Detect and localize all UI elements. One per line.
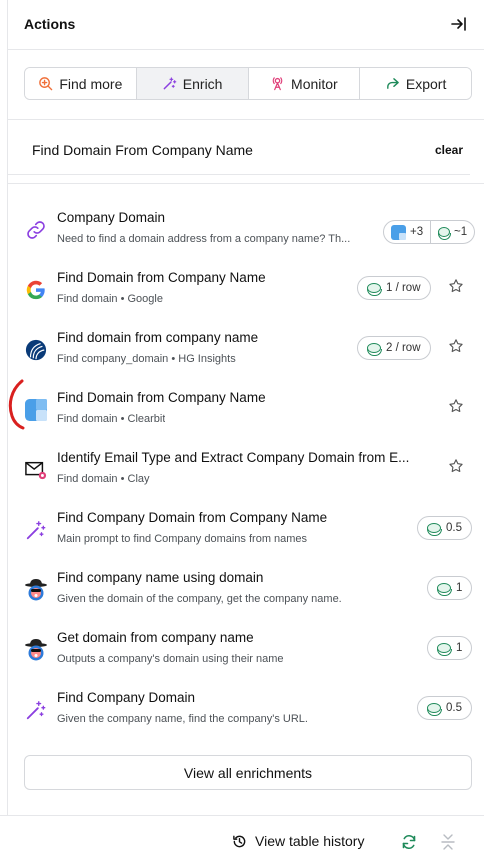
refresh-icon[interactable]: [401, 834, 417, 850]
hg-insights-icon: [24, 338, 48, 362]
divider: [8, 183, 484, 184]
provider-count: +3: [383, 220, 432, 244]
email-icon: [24, 458, 48, 482]
credit-cost: ~1: [431, 220, 476, 244]
tab-export[interactable]: Export: [360, 68, 471, 99]
enrichment-item[interactable]: Find company name using domain Given the…: [8, 564, 484, 624]
enrichment-name: Find domain from company name: [57, 330, 259, 345]
action-tabs: Find more Enrich Monitor Export: [24, 67, 472, 100]
enrichment-name: Find company name using domain: [57, 570, 264, 585]
enrichment-description: Given the domain of the company, get the…: [57, 593, 342, 605]
enrichment-description: Find domain • Clay: [57, 473, 150, 485]
credit-cost-badge: 1: [427, 636, 473, 660]
credit-cost-badge: 0.5: [417, 696, 472, 720]
credit-coin-icon: [437, 227, 451, 240]
enrichment-description: Need to find a domain address from a com…: [57, 233, 351, 245]
enrichment-item[interactable]: Find Company Domain from Company Name Ma…: [8, 504, 484, 564]
enrichment-item[interactable]: Find Domain from Company Name Find domai…: [8, 384, 484, 444]
enrichment-name: Get domain from company name: [57, 630, 254, 645]
tab-enrich[interactable]: Enrich: [136, 68, 249, 99]
collapse-panel-icon[interactable]: [450, 15, 468, 33]
enrichment-item[interactable]: Company Domain Need to find a domain add…: [8, 204, 484, 264]
tab-label: Enrich: [182, 75, 223, 92]
history-label: View table history: [255, 833, 365, 849]
panel-title: Actions: [24, 16, 76, 32]
search-query[interactable]: Find Domain From Company Name: [32, 142, 432, 158]
credit-coin-icon: [366, 283, 382, 296]
provider-cost-badge[interactable]: +3 ~1: [383, 220, 476, 244]
enrichment-item[interactable]: Find Company Domain Given the company na…: [8, 684, 484, 744]
footer-divider: [0, 815, 484, 816]
enrichment-description: Given the company name, find the company…: [57, 713, 308, 725]
credit-coin-icon: [436, 583, 452, 596]
enrichment-description: Find domain • Google: [57, 293, 163, 305]
enrichment-name: Find Domain from Company Name: [57, 390, 266, 405]
magic-wand-icon: [24, 518, 48, 542]
enrichment-item[interactable]: Get domain from company name Outputs a c…: [8, 624, 484, 684]
favorite-star-icon[interactable]: [448, 278, 464, 294]
panel-header: Actions: [8, 0, 484, 50]
favorite-star-icon[interactable]: [448, 398, 464, 414]
tab-label: Monitor: [291, 75, 338, 92]
credit-coin-icon: [426, 703, 442, 716]
credit-coin-icon: [436, 643, 452, 656]
credit-cost-badge: 0.5: [417, 516, 472, 540]
enrichment-name: Find Company Domain from Company Name: [57, 510, 328, 525]
share-arrow-icon: [387, 78, 399, 89]
tab-monitor[interactable]: Monitor: [248, 68, 361, 99]
credit-coin-icon: [426, 523, 442, 536]
divider: [8, 119, 484, 120]
favorite-star-icon[interactable]: [448, 458, 464, 474]
tab-label: Export: [405, 75, 447, 92]
enrichment-item[interactable]: Identify Email Type and Extract Company …: [8, 444, 484, 504]
link-icon: [24, 218, 48, 242]
enrichment-name: Find Company Domain: [57, 690, 196, 705]
signal-tower-icon: [272, 77, 283, 91]
credit-cost-badge: 1 / row: [357, 276, 431, 300]
clearbit-icon: [391, 224, 406, 240]
spy-avatar-icon: [24, 638, 48, 662]
collapse-rows-icon[interactable]: [441, 833, 455, 851]
enrichment-name: Find Domain from Company Name: [57, 270, 266, 285]
enrichment-item[interactable]: Find domain from company name Find compa…: [8, 324, 484, 384]
enrichment-item[interactable]: Find Domain from Company Name Find domai…: [8, 264, 484, 324]
credit-cost-badge: 1: [427, 576, 473, 600]
tab-find-more[interactable]: Find more: [25, 68, 137, 99]
view-all-enrichments-button[interactable]: View all enrichments: [24, 755, 472, 790]
enrichment-name: Identify Email Type and Extract Company …: [57, 450, 410, 465]
clear-search-button[interactable]: clear: [435, 143, 463, 157]
credit-coin-icon: [366, 343, 382, 356]
credit-cost-badge: 2 / row: [357, 336, 431, 360]
enrichment-description: Find company_domain • HG Insights: [57, 353, 236, 365]
enrichment-description: Find domain • Clearbit: [57, 413, 166, 425]
history-icon: [233, 835, 246, 847]
google-icon: [24, 278, 48, 302]
clearbit-icon: [24, 398, 48, 422]
divider: [8, 174, 470, 175]
magic-wand-icon: [163, 77, 177, 90]
enrichment-name: Company Domain: [57, 210, 166, 225]
search-plus-icon: [39, 77, 53, 91]
tab-label: Find more: [59, 75, 123, 92]
spy-avatar-icon: [24, 578, 48, 602]
enrichment-description: Outputs a company's domain using their n…: [57, 653, 284, 665]
view-table-history-button[interactable]: View table history: [232, 833, 364, 849]
enrichment-description: Main prompt to find Company domains from…: [57, 533, 308, 545]
favorite-star-icon[interactable]: [448, 338, 464, 354]
magic-wand-icon: [24, 698, 48, 722]
